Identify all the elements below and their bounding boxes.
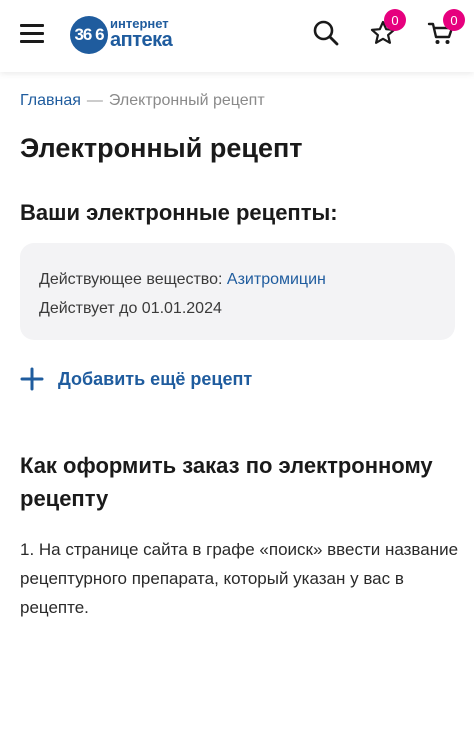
substance-label: Действующее вещество: xyxy=(39,271,223,288)
howto-title: Как оформить заказ по электронному рецеп… xyxy=(20,453,433,511)
breadcrumb-separator: — xyxy=(86,92,103,109)
search-icon[interactable] xyxy=(311,18,341,48)
logo-text-bottom: аптека xyxy=(110,29,173,51)
breadcrumb-current: Электронный рецепт xyxy=(108,92,265,109)
substance-row: Действующее вещество: Азитромицин xyxy=(39,269,326,291)
prescriptions-title: Ваши электронные рецепты: xyxy=(20,200,338,225)
logo-badge: 36 6 xyxy=(70,16,108,54)
header: 36 6 интернет аптека 0 0 xyxy=(0,0,474,72)
hamburger-menu-icon[interactable] xyxy=(20,22,46,44)
valid-until-text: Действует до 01.01.2024 xyxy=(39,300,222,317)
add-prescription-label: Добавить ещё рецепт xyxy=(58,368,253,389)
add-prescription-button[interactable]: Добавить ещё рецепт xyxy=(20,364,252,394)
breadcrumb: Главная — Электронный рецепт xyxy=(20,91,265,111)
menu-bar xyxy=(20,32,44,35)
logo[interactable]: 36 6 интернет аптека xyxy=(70,14,180,56)
plus-icon xyxy=(20,367,44,391)
menu-bar xyxy=(20,24,44,27)
menu-bar xyxy=(20,40,44,43)
substance-link[interactable]: Азитромицин xyxy=(227,271,326,288)
breadcrumb-home-link[interactable]: Главная xyxy=(20,92,81,109)
cart-count-badge: 0 xyxy=(443,9,465,31)
page-title: Электронный рецепт xyxy=(20,133,303,163)
favorites-count-badge: 0 xyxy=(384,9,406,31)
howto-step-1: 1. На странице сайта в графе «поиск» вве… xyxy=(20,540,459,617)
prescription-card[interactable]: Действующее вещество: Азитромицин Действ… xyxy=(20,243,455,340)
